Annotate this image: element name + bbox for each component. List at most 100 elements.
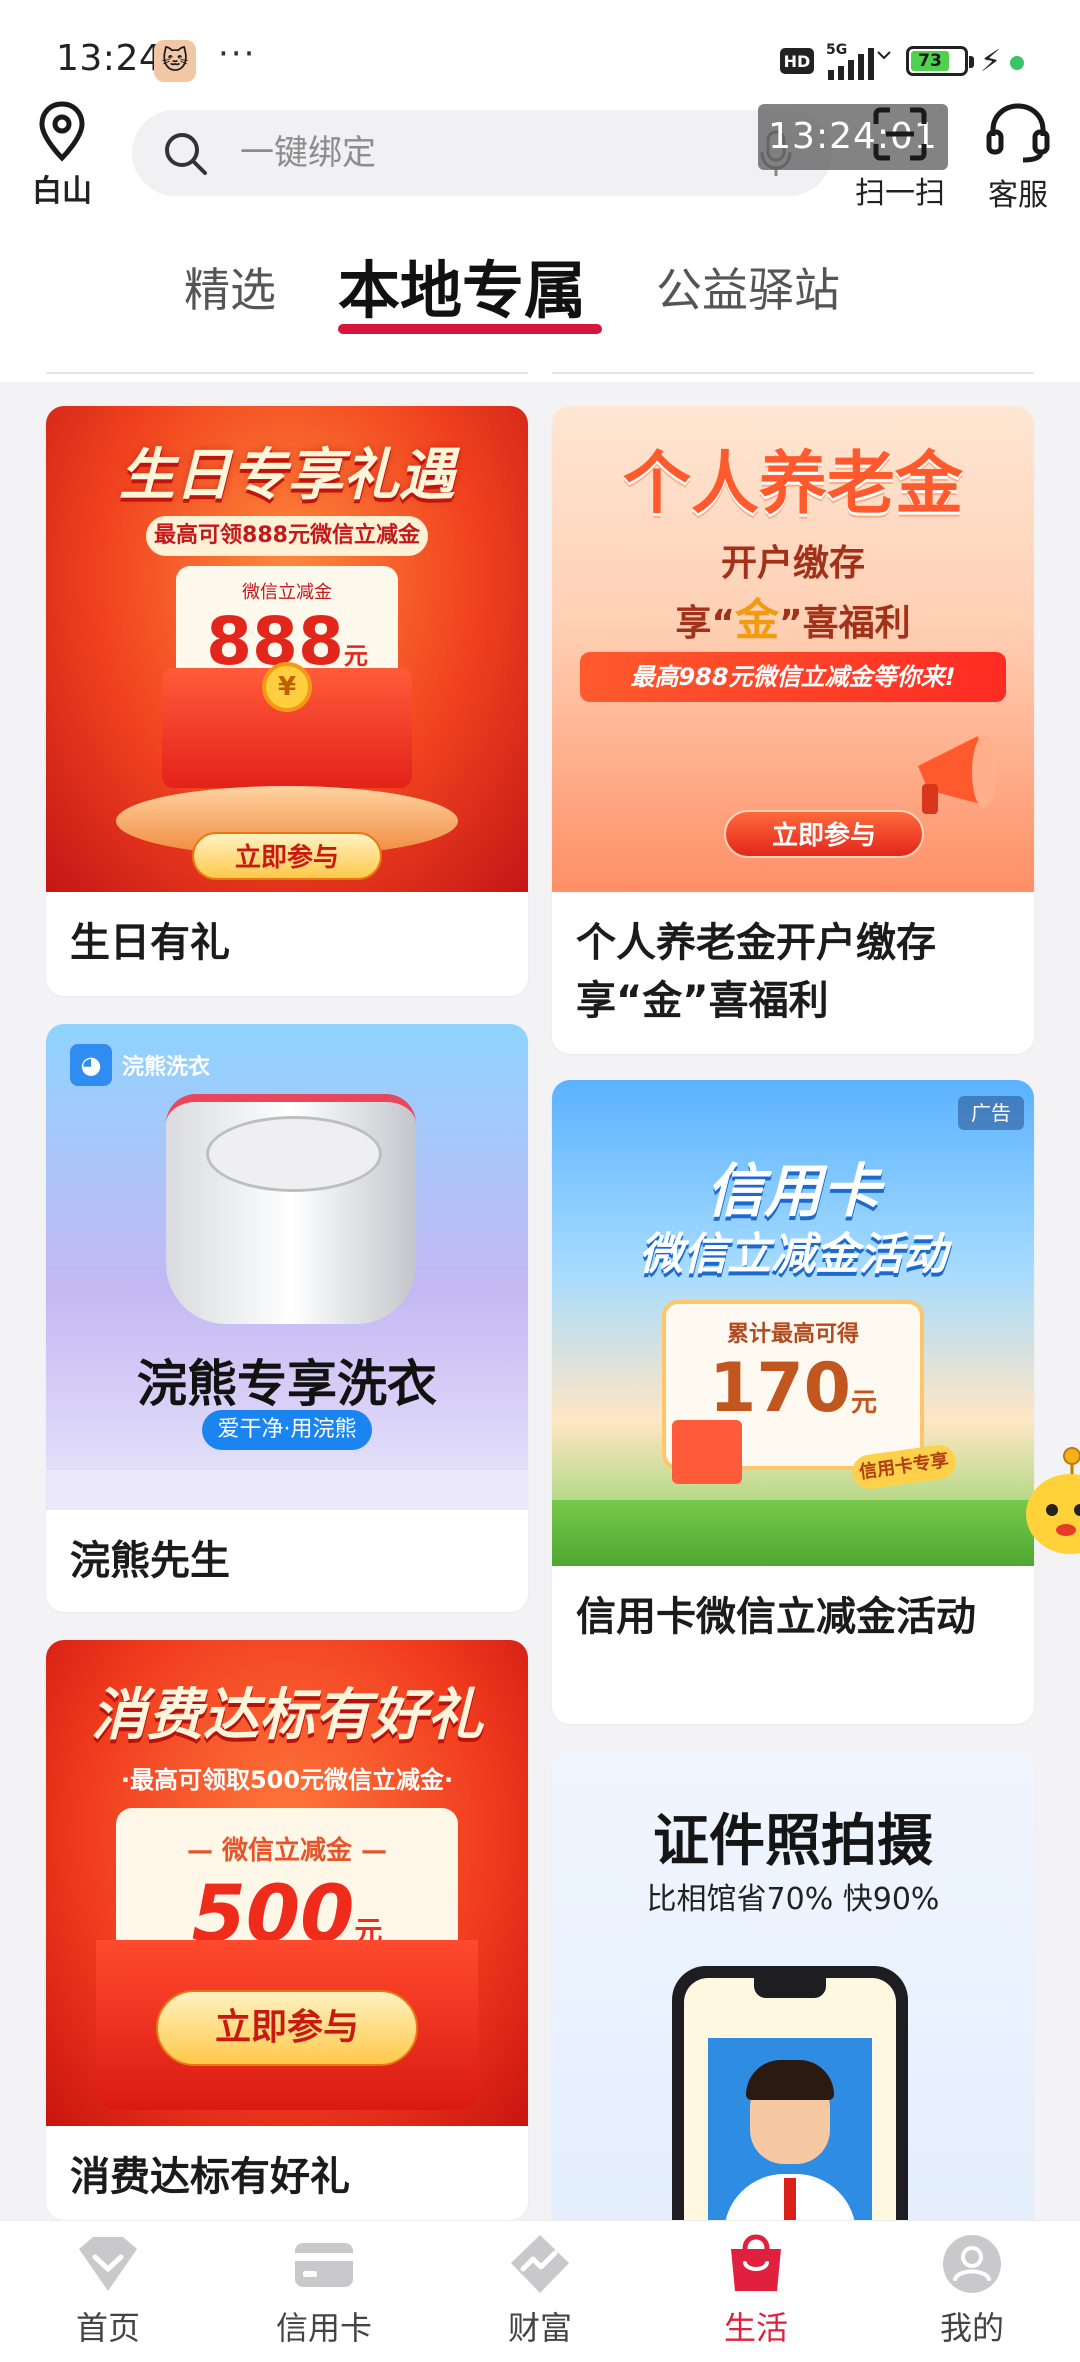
nav-label: 生活	[723, 2309, 788, 2347]
line-prefix: 享“	[675, 603, 735, 644]
promo-card-birthday[interactable]: 生日专享礼遇 最高可领888元微信立减金 微信立减金 888元 ¥ 立即参与 生…	[46, 406, 528, 996]
status-time: 13:24	[56, 38, 163, 79]
nav-label: 首页	[75, 2309, 140, 2347]
banner-subtitle: ·最高可领取500元微信立减金·	[120, 1766, 454, 1794]
divider	[46, 372, 528, 374]
nav-credit-card[interactable]: 信用卡	[254, 2221, 394, 2362]
location-pin-icon	[39, 101, 85, 162]
banner-subtitle: 最高可领888元微信立减金	[146, 516, 428, 556]
active-tab-indicator	[338, 324, 602, 334]
tab-local-exclusive[interactable]: 本地专属	[338, 240, 586, 330]
card-caption: 浣熊先生	[70, 1538, 230, 1584]
wealth-chart-icon	[511, 2235, 569, 2293]
banner-subtitle: 比相馆省70% 快90%	[646, 1882, 940, 1917]
card-caption: 生日有礼	[70, 920, 230, 966]
banner-subtitle: 微信立减金活动	[639, 1229, 947, 1280]
brand-logo: ◕ 浣熊洗衣	[70, 1044, 210, 1086]
brand-name: 浣熊洗衣	[122, 1055, 211, 1080]
scan-label: 扫一扫	[855, 176, 945, 211]
life-page: 13:24 🐱 ··· HD 5G 73 ⚡ 白山 一键绑定 13:24:01 …	[0, 0, 1080, 2362]
search-bar[interactable]	[132, 110, 832, 196]
banner-title: 消费达标有好礼	[91, 1683, 483, 1748]
join-now-button[interactable]: 立即参与	[156, 1990, 418, 2066]
ticket-label: 微信立减金	[242, 582, 332, 603]
banner-band	[46, 1470, 528, 1510]
headset-icon	[986, 103, 1050, 163]
join-now-button[interactable]: 立即参与	[192, 832, 382, 880]
amount-unit: 元	[343, 642, 368, 670]
scan-icon	[873, 107, 927, 161]
id-photo-banner: 证件照拍摄 比相馆省70% 快90%	[552, 1750, 1034, 2236]
banner-slogan: 爱干净·用浣熊	[202, 1410, 372, 1450]
phone-screen	[684, 1978, 896, 2236]
nav-mine[interactable]: 我的	[902, 2221, 1042, 2362]
home-diamond-icon	[79, 2237, 137, 2291]
coupon-label: — 微信立减金 —	[186, 1836, 388, 1866]
gold-character: 金	[735, 595, 779, 646]
nav-home[interactable]: 首页	[38, 2221, 178, 2362]
location-label: 白山	[32, 174, 92, 209]
hd-badge: HD	[780, 48, 814, 74]
reward-amount: 170	[709, 1349, 851, 1428]
banner-title: 证件照拍摄	[653, 1809, 933, 1874]
charging-bolt-icon: ⚡	[980, 44, 1002, 79]
customer-service-button[interactable]: 客服	[966, 100, 1070, 213]
join-now-button[interactable]: 立即参与	[724, 810, 924, 858]
reward-unit: 元	[850, 1388, 877, 1418]
banner-title: 生日专享礼遇	[119, 443, 455, 508]
category-tabs: 精选 本地专属 公益驿站	[0, 240, 1080, 340]
yuan-coin-icon: ¥	[262, 662, 312, 712]
banner-ribbon: 最高988元微信立减金等你来!	[580, 652, 1006, 702]
nav-life[interactable]: 生活	[686, 2221, 826, 2362]
consumption-banner: 消费达标有好礼 ·最高可领取500元微信立减金· — 微信立减金 — 500元 …	[46, 1640, 528, 2126]
banner-title: 浣熊专享洗衣	[137, 1355, 437, 1413]
pension-banner: 个人养老金 开户缴存 享“金”喜福利 最高988元微信立减金等你来! 立即参与	[552, 406, 1034, 892]
banner-line: 享“金”喜福利	[552, 584, 1034, 648]
shopping-bag-icon	[731, 2234, 781, 2291]
line-suffix: ”喜福利	[779, 603, 911, 644]
ad-badge: 广告	[958, 1096, 1024, 1130]
birthday-banner: 生日专享礼遇 最高可领888元微信立减金 微信立减金 888元 ¥ 立即参与	[46, 406, 528, 892]
cat-app-icon: 🐱	[154, 40, 196, 82]
promo-card-laundry[interactable]: ◕ 浣熊洗衣 浣熊专享洗衣 爱干净·用浣熊 浣熊先生	[46, 1024, 528, 1612]
gift-box-icon	[672, 1420, 742, 1484]
tab-featured[interactable]: 精选	[184, 254, 276, 320]
status-bar: 13:24 🐱 ··· HD 5G 73 ⚡	[0, 30, 1080, 94]
search-input[interactable]	[240, 110, 760, 196]
privacy-indicator-dot	[1010, 56, 1024, 70]
megaphone-icon	[918, 736, 996, 814]
credit-banner: 广告 信用卡 微信立减金活动 累计最高可得 170元 信用卡专享	[552, 1080, 1034, 1566]
card-caption: 消费达标有好礼	[70, 2154, 350, 2200]
battery-icon: 73	[906, 46, 974, 76]
user-profile-icon	[943, 2235, 1001, 2293]
nav-label: 信用卡	[275, 2309, 372, 2347]
service-label: 客服	[988, 178, 1048, 213]
scan-button[interactable]: 扫一扫	[848, 100, 952, 211]
nav-label: 我的	[939, 2309, 1004, 2347]
svg-text:5G: 5G	[826, 42, 847, 58]
nav-wealth[interactable]: 财富	[470, 2221, 610, 2362]
phone-notch	[754, 1978, 826, 1998]
banner-line: 开户缴存	[720, 543, 865, 584]
banner-title: 信用卡	[705, 1157, 880, 1225]
more-dots: ···	[218, 34, 257, 74]
search-icon	[165, 133, 207, 175]
card-caption: 个人养老金开户缴存享“金”喜福利	[576, 920, 936, 1024]
raccoon-logo-icon: ◕	[70, 1044, 112, 1086]
reward-label: 累计最高可得	[726, 1322, 859, 1347]
phone-illustration	[672, 1966, 908, 2236]
location-button[interactable]: 白山	[22, 100, 102, 210]
signal-5g-icon: 5G	[826, 42, 891, 80]
banner-title: 个人养老金	[622, 445, 963, 524]
floating-mascot-icon[interactable]	[1022, 1444, 1080, 1564]
battery-level: 73	[911, 51, 949, 71]
bottom-navigation: 首页 信用卡 财富 生活 我的	[0, 2220, 1080, 2362]
promo-card-consumption[interactable]: 消费达标有好礼 ·最高可领取500元微信立减金· — 微信立减金 — 500元 …	[46, 1640, 528, 2220]
divider	[552, 372, 1034, 374]
washer-drum	[166, 1094, 416, 1324]
nav-label: 财富	[507, 2309, 572, 2347]
tab-charity-station[interactable]: 公益驿站	[656, 254, 840, 320]
promo-card-credit[interactable]: 广告 信用卡 微信立减金活动 累计最高可得 170元 信用卡专享 信用卡微信立减…	[552, 1080, 1034, 1724]
promo-card-pension[interactable]: 个人养老金 开户缴存 享“金”喜福利 最高988元微信立减金等你来! 立即参与 …	[552, 406, 1034, 1054]
credit-card-icon	[295, 2243, 353, 2287]
